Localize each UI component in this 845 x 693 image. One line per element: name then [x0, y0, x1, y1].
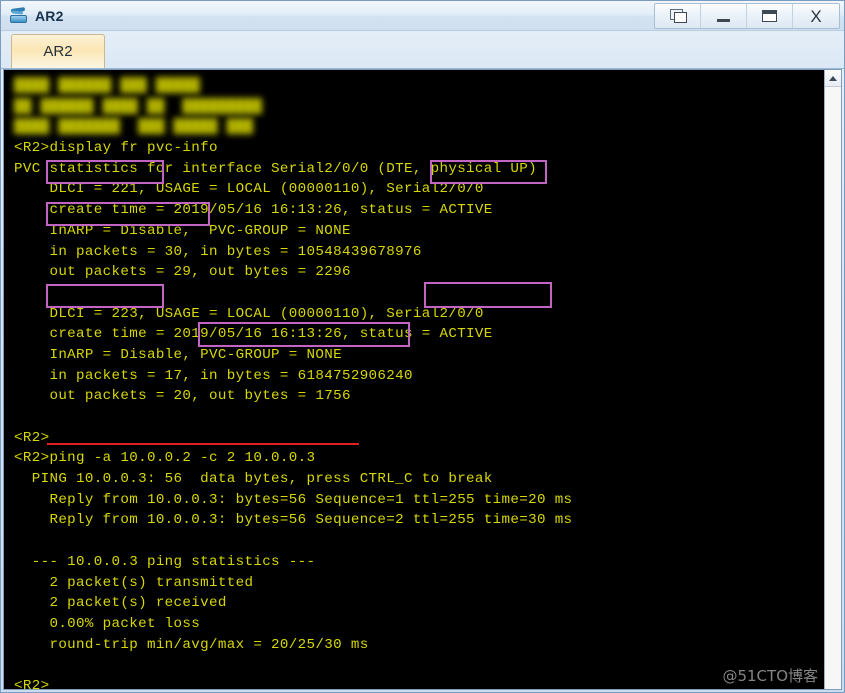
restore-windows-button[interactable] [655, 4, 701, 28]
terminal-line: InARP = Disable, PVC-GROUP = NONE [14, 222, 351, 239]
title-bar: AR2 X [1, 1, 844, 31]
redacted-text-block: ████ ██████ ███ █████ ██ ██████ ████ ██ █… [14, 76, 824, 138]
window-title: AR2 [35, 7, 64, 24]
tab-label: AR2 [43, 43, 73, 60]
maximize-button[interactable] [747, 4, 793, 28]
close-button[interactable]: X [793, 4, 839, 28]
terminal-line: 2 packet(s) received [14, 595, 227, 612]
terminal-line: PING 10.0.0.3: 56 data bytes, press CTRL… [14, 471, 493, 488]
terminal-line: DLCI = 221, USAGE = LOCAL (00000110), Se… [14, 181, 484, 198]
ping-command-underline [47, 443, 359, 445]
minimize-icon [717, 18, 730, 22]
scrollbar-track[interactable] [825, 87, 841, 689]
terminal-line: in packets = 30, in bytes = 105484396789… [14, 243, 422, 260]
terminal-area: ████ ██████ ███ █████ ██ ██████ ████ ██ █… [3, 69, 842, 690]
redacted-line: ████ ███████ ███ █████ ███ [14, 119, 254, 136]
redacted-line: ████ ██████ ███ █████ [14, 78, 201, 94]
terminal-line: create time = 2019/05/16 16:13:26, statu… [14, 326, 493, 343]
console-text: <R2>display fr pvc-info PVC statistics fo… [14, 138, 824, 689]
terminal-line: 0.00% packet loss [14, 615, 201, 632]
scroll-up-arrow-icon [829, 75, 837, 81]
restore-windows-icon-front [674, 12, 687, 23]
redacted-line: ██ ██████ ████ ██ █████████ [14, 98, 263, 115]
terminal-line: 2 packet(s) transmitted [14, 574, 254, 591]
terminal-line: round-trip min/avg/max = 20/25/30 ms [14, 636, 369, 653]
minimize-button[interactable] [701, 4, 747, 28]
router-icon [9, 6, 29, 26]
terminal-line: Reply from 10.0.0.3: bytes=56 Sequence=2… [14, 512, 573, 529]
terminal-line: <R2>ping -a 10.0.0.2 -c 2 10.0.0.3 [14, 450, 316, 467]
terminal-line: in packets = 17, in bytes = 618475290624… [14, 367, 413, 384]
window-controls: X [654, 3, 840, 29]
scroll-up-button[interactable] [825, 70, 841, 87]
terminal-line: create time = 2019/05/16 16:13:26, statu… [14, 202, 493, 219]
tab-strip: AR2 [1, 31, 844, 69]
terminal-line: PVC statistics for interface Serial2/0/0… [14, 160, 537, 177]
maximize-icon [762, 10, 777, 22]
terminal-line: Reply from 10.0.0.3: bytes=56 Sequence=1… [14, 491, 573, 508]
terminal-line: out packets = 20, out bytes = 1756 [14, 388, 351, 405]
terminal-line: <R2>display fr pvc-info [14, 140, 218, 157]
terminal-line: <R2> [14, 677, 50, 689]
tab-ar2[interactable]: AR2 [11, 34, 105, 68]
terminal-line: <R2> [14, 429, 50, 446]
terminal-line: InARP = Disable, PVC-GROUP = NONE [14, 346, 342, 363]
application-window: AR2 X AR2 ████ ██████ ███ █████ ██ ██████ [0, 0, 845, 693]
terminal-line: --- 10.0.0.3 ping statistics --- [14, 553, 316, 570]
terminal-output[interactable]: ████ ██████ ███ █████ ██ ██████ ████ ██ █… [4, 70, 824, 689]
terminal-line: out packets = 29, out bytes = 2296 [14, 264, 351, 281]
close-icon: X [810, 6, 822, 26]
terminal-line: DLCI = 223, USAGE = LOCAL (00000110), Se… [14, 305, 484, 322]
vertical-scrollbar[interactable] [824, 70, 841, 689]
